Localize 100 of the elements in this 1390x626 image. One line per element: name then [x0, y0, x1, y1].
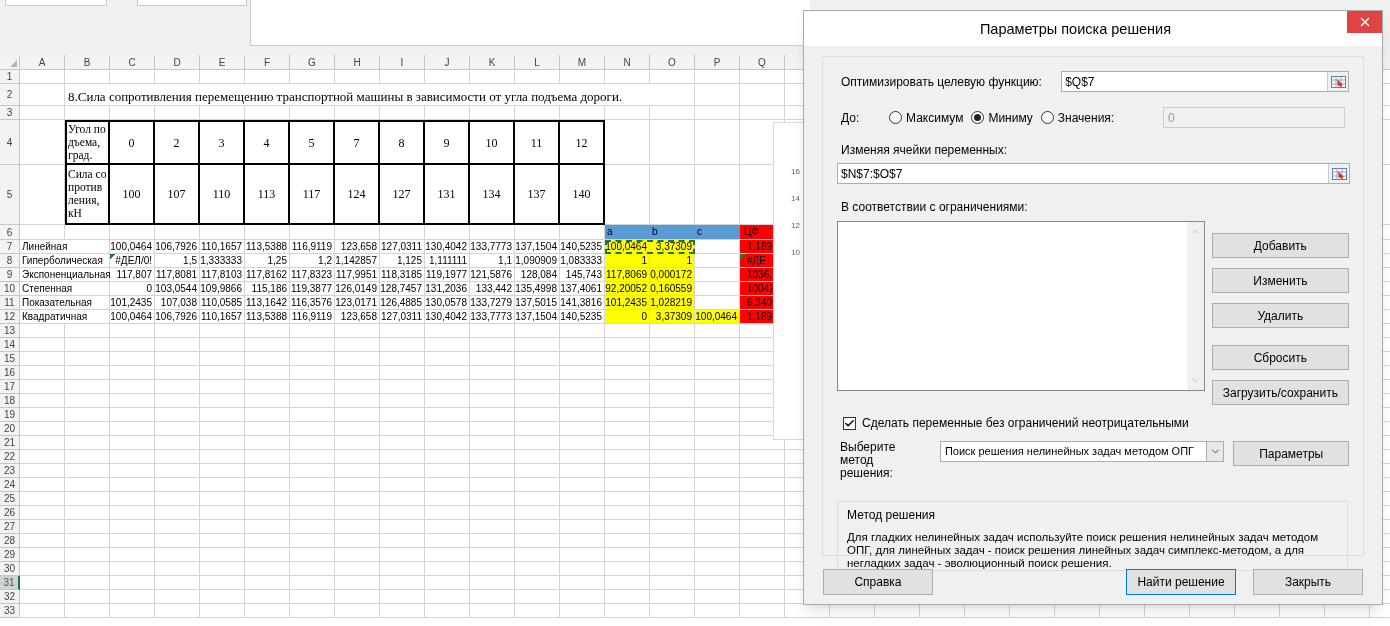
table-cell: 110: [200, 165, 245, 225]
corner-triangle-icon: [10, 60, 17, 67]
row-header[interactable]: 22: [0, 450, 20, 464]
column-header[interactable]: Q: [740, 55, 785, 70]
column-header[interactable]: D: [155, 55, 200, 70]
table-cell: 130,4042: [425, 240, 470, 254]
column-header[interactable]: B: [65, 55, 110, 70]
row-header[interactable]: 20: [0, 422, 20, 436]
table-cell: 1,333333: [200, 254, 245, 268]
row-header[interactable]: 9: [0, 268, 20, 282]
table-cell: b: [650, 225, 695, 240]
range-select-button[interactable]: [1328, 164, 1349, 183]
checkbox[interactable]: [843, 416, 856, 430]
close-button[interactable]: [1347, 11, 1382, 33]
table-cell: 92,20052: [605, 282, 650, 296]
field-label: Изменяя ячейки переменных:: [840, 142, 1009, 159]
table-cell: 100: [110, 165, 155, 225]
row-header[interactable]: 21: [0, 436, 20, 450]
row-header[interactable]: 1: [0, 70, 20, 84]
dialog-button[interactable]: Удалить: [1211, 303, 1349, 328]
field-label: Выберите метод решения:: [840, 441, 897, 480]
dialog-button[interactable]: Сбросить: [1211, 345, 1349, 370]
row-header[interactable]: 4: [0, 120, 20, 165]
column-header[interactable]: F: [245, 55, 290, 70]
row-header[interactable]: 23: [0, 464, 20, 478]
table-cell: 100,0464: [110, 310, 155, 324]
table-cell: 137,1504: [515, 310, 560, 324]
row-header[interactable]: 14: [0, 338, 20, 352]
table-cell: 123,658: [335, 240, 380, 254]
row-header[interactable]: 26: [0, 506, 20, 520]
row-header[interactable]: 27: [0, 520, 20, 534]
column-header[interactable]: J: [425, 55, 470, 70]
column-header[interactable]: H: [335, 55, 380, 70]
dialog-button[interactable]: Загрузить/сохранить: [1211, 380, 1349, 405]
column-header[interactable]: M: [560, 55, 605, 70]
row-header[interactable]: 11: [0, 296, 20, 310]
dialog-button[interactable]: Справка: [823, 569, 933, 595]
row-header[interactable]: 7: [0, 240, 20, 254]
radio-button[interactable]: [889, 111, 902, 124]
row-header[interactable]: 6: [0, 225, 20, 240]
table-cell: 126,0149: [335, 282, 380, 296]
row-header[interactable]: 2: [0, 84, 20, 106]
axis-tick-label: 16: [791, 167, 800, 177]
table-cell: 110,0585: [200, 296, 245, 310]
range-select-button[interactable]: [1327, 72, 1348, 91]
method-dropdown[interactable]: Поиск решения нелинейных задач методом ОПГ: [939, 441, 1225, 462]
row-header[interactable]: 8: [0, 254, 20, 268]
window-title: Параметры поиска решения: [979, 20, 1172, 39]
row-header[interactable]: 30: [0, 562, 20, 576]
dialog-button[interactable]: Закрыть: [1253, 569, 1363, 595]
table-cell: a: [605, 225, 650, 240]
row-header[interactable]: 3: [0, 106, 20, 120]
row-header[interactable]: 16: [0, 366, 20, 380]
dialog-button[interactable]: Найти решение: [1126, 569, 1236, 595]
row-header[interactable]: 25: [0, 492, 20, 506]
row-header[interactable]: 13: [0, 324, 20, 338]
table-cell: 106,7926: [155, 240, 200, 254]
column-header[interactable]: L: [515, 55, 560, 70]
variables-field[interactable]: $N$7:$O$7: [837, 163, 1350, 184]
table-cell: 113,5388: [245, 310, 290, 324]
radio-button[interactable]: [971, 111, 985, 124]
table-cell: 106,7926: [155, 310, 200, 324]
row-header[interactable]: 17: [0, 380, 20, 394]
row-header[interactable]: 28: [0, 534, 20, 548]
table-cell: c: [695, 225, 740, 240]
column-header[interactable]: K: [470, 55, 515, 70]
row-header[interactable]: 29: [0, 548, 20, 562]
table-cell: 0: [110, 120, 155, 165]
row-header[interactable]: 12: [0, 310, 20, 324]
column-header[interactable]: N: [605, 55, 650, 70]
column-header[interactable]: E: [200, 55, 245, 70]
column-header[interactable]: O: [650, 55, 695, 70]
row-header[interactable]: 24: [0, 478, 20, 492]
table-cell: #ДЕЛ/0!: [110, 254, 155, 268]
dialog-button[interactable]: Добавить: [1211, 233, 1349, 258]
table-cell: Линейная: [20, 240, 110, 254]
dialog-button[interactable]: Изменить: [1211, 268, 1349, 293]
row-header[interactable]: 15: [0, 352, 20, 366]
column-header[interactable]: P: [695, 55, 740, 70]
table-cell: 140,5235: [560, 240, 605, 254]
table-cell: 137,1504: [515, 240, 560, 254]
table-cell: 128,7457: [380, 282, 425, 296]
column-header[interactable]: A: [20, 55, 65, 70]
column-header[interactable]: G: [290, 55, 335, 70]
table-cell: Степенная: [20, 282, 110, 296]
table-cell: 12: [560, 120, 605, 165]
table-cell: 113: [245, 165, 290, 225]
column-header[interactable]: C: [110, 55, 155, 70]
dialog-button[interactable]: Параметры: [1233, 441, 1349, 466]
row-header[interactable]: 33: [0, 604, 20, 618]
row-header[interactable]: 5: [0, 165, 20, 225]
row-header[interactable]: 32: [0, 590, 20, 604]
row-header[interactable]: 19: [0, 408, 20, 422]
row-header[interactable]: 10: [0, 282, 20, 296]
objective-field[interactable]: $Q$7: [1061, 71, 1349, 92]
row-header[interactable]: 31: [0, 576, 20, 590]
radio-button[interactable]: [1040, 111, 1054, 124]
column-header[interactable]: I: [380, 55, 425, 70]
table-cell: 130,4042: [425, 310, 470, 324]
row-header[interactable]: 18: [0, 394, 20, 408]
